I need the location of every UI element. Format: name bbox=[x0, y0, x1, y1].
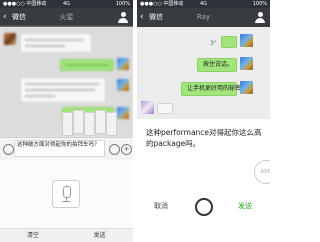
left-phone-screen: ●●●○○ 中国移动 4G 100% ‹ 微信 火星 这种破方面对得起你的拍拜车… bbox=[0, 0, 133, 242]
person-icon[interactable] bbox=[255, 12, 265, 23]
cancel-button[interactable]: 取消 bbox=[154, 201, 168, 211]
microphone-button[interactable] bbox=[52, 180, 80, 208]
status-bar: ●●●○○ 中国移动 4G 100% bbox=[0, 0, 133, 8]
nav-bar: ‹ 微信 火星 bbox=[0, 8, 133, 27]
network-label: 4G bbox=[199, 1, 208, 7]
nav-bar: ‹ 微信 Ray bbox=[137, 8, 270, 27]
voice-input-panel bbox=[0, 160, 133, 228]
message-bubble bbox=[20, 77, 106, 103]
recognized-text-line: 的package吗。 bbox=[146, 139, 201, 148]
message-input[interactable]: 这种破方面对得起你的拍拜车吗？ bbox=[14, 140, 105, 157]
person-icon[interactable] bbox=[118, 12, 128, 23]
message-bubble: 让手机更好用的秘密。 bbox=[181, 82, 247, 96]
image-tiles bbox=[62, 110, 122, 136]
microphone-icon bbox=[63, 186, 71, 198]
message-bubble: 按住说话。 bbox=[197, 58, 237, 72]
avatar bbox=[141, 101, 154, 114]
voice-toggle-icon[interactable] bbox=[3, 144, 14, 155]
message-bubble bbox=[20, 33, 92, 53]
message-bubble bbox=[60, 59, 114, 71]
avatar bbox=[4, 33, 16, 45]
recognized-text[interactable]: 这种performance对得起你这么高 的package吗。 bbox=[146, 127, 262, 149]
avatar bbox=[240, 57, 253, 70]
recognized-text-line: 这种performance对得起你这么高 bbox=[146, 128, 262, 137]
avatar bbox=[117, 58, 129, 70]
avatar bbox=[240, 81, 253, 94]
battery-label: 100% bbox=[115, 1, 130, 7]
avatar bbox=[117, 79, 129, 91]
chat-title: 火星 bbox=[59, 13, 74, 21]
input-toolbar: 这种破方面对得起你的拍拜车吗？ + bbox=[0, 137, 133, 160]
avatar bbox=[240, 34, 253, 47]
send-button[interactable]: 发送 bbox=[238, 201, 252, 211]
message-text: 按住说话。 bbox=[203, 61, 234, 68]
voice-duration: 3" bbox=[210, 40, 217, 47]
battery-label: 100% bbox=[252, 1, 267, 7]
status-bar: ●●●○○ 中国移动 4G 100% bbox=[137, 0, 270, 8]
voice-message-bubble[interactable] bbox=[221, 36, 237, 48]
message-bubble bbox=[157, 103, 173, 114]
right-phone-screen: ●●●○○ 中国移动 4G 100% ‹ 微信 Ray 3" 按住说话。 让手机… bbox=[137, 0, 270, 242]
message-text: 让手机更好用的秘密。 bbox=[187, 85, 248, 92]
emoji-icon[interactable] bbox=[109, 144, 120, 155]
clear-button[interactable]: 清空 bbox=[0, 229, 66, 242]
action-bar: 清空 发送 bbox=[0, 228, 133, 242]
send-button[interactable]: 发送 bbox=[66, 229, 133, 242]
plus-icon[interactable]: + bbox=[121, 144, 132, 155]
chat-title: Ray bbox=[196, 13, 211, 21]
network-label: 4G bbox=[62, 1, 71, 7]
record-button[interactable] bbox=[195, 198, 213, 216]
